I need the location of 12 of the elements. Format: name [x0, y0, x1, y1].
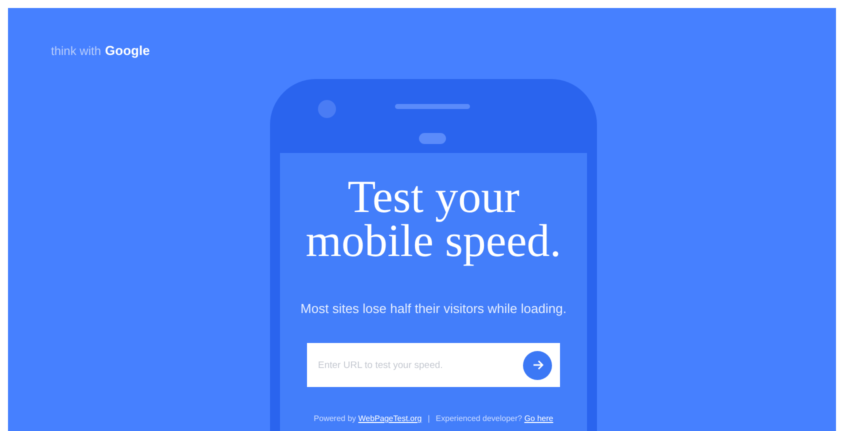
logo-text: think with: [51, 43, 102, 60]
subtitle: Most sites lose half their visitors while loading.: [300, 300, 566, 318]
sensor-drawing: [419, 132, 446, 144]
arrow-right-icon: [532, 359, 544, 371]
logo-brand: Google: [105, 42, 150, 60]
camera-drawing: [318, 100, 336, 118]
developer-label: Experienced developer?: [436, 414, 522, 423]
go-here-link[interactable]: Go here: [524, 414, 554, 423]
powered-by-label: Powered by: [314, 414, 356, 423]
separator: |: [428, 413, 430, 425]
url-input-field[interactable]: Enter URL to test your speed.: [307, 343, 560, 387]
webpagetest-link[interactable]: WebPageTest.org: [358, 414, 422, 423]
